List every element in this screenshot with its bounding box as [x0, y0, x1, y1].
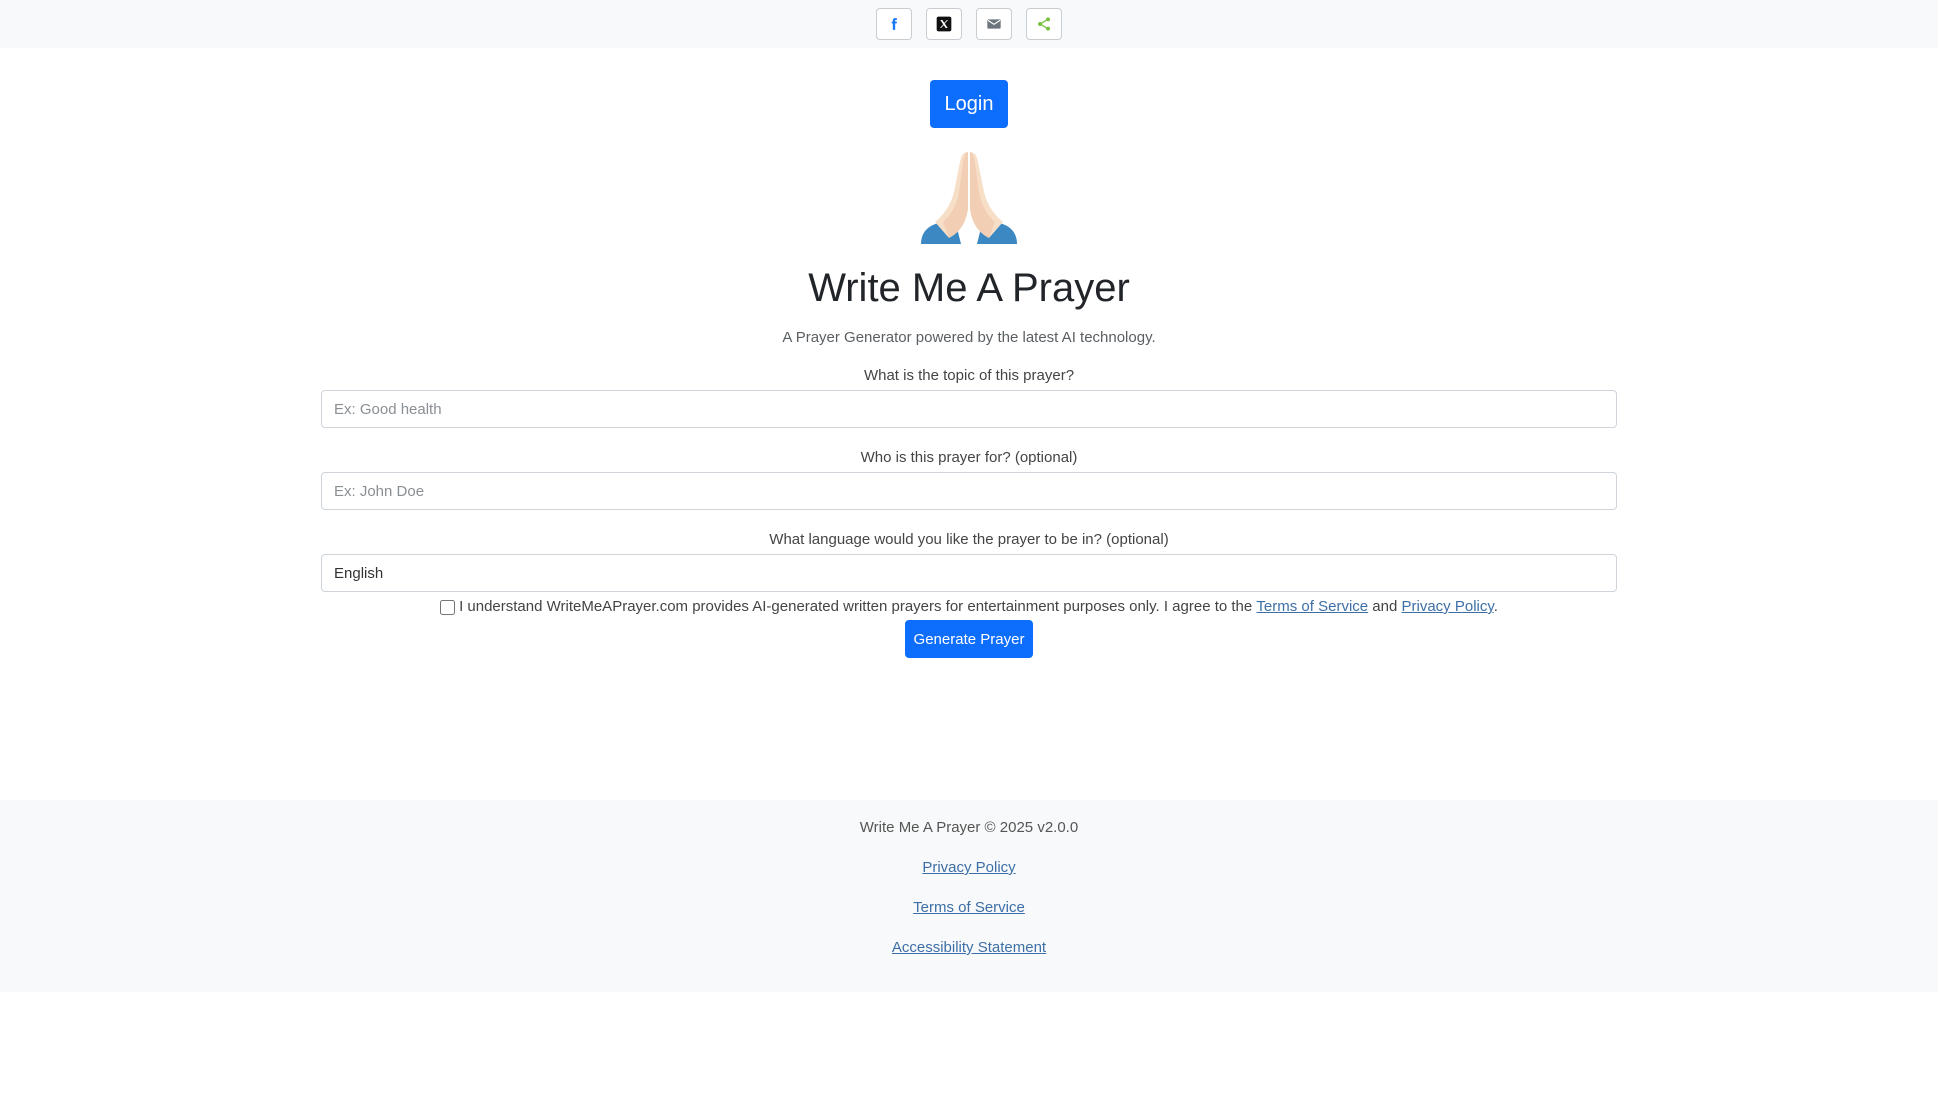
consent-terms-link[interactable]: Terms of Service [1256, 598, 1368, 615]
email-icon [986, 16, 1002, 32]
share-icon [1036, 16, 1052, 32]
language-field-group: What language would you like the prayer … [321, 530, 1617, 592]
footer-terms-link[interactable]: Terms of Service [913, 898, 1025, 918]
recipient-field-group: Who is this prayer for? (optional) [321, 448, 1617, 510]
generic-share-button[interactable] [1026, 8, 1062, 40]
language-input[interactable] [321, 554, 1617, 592]
facebook-share-button[interactable] [876, 8, 912, 40]
x-share-button[interactable] [926, 8, 962, 40]
consent-text-after: . [1493, 598, 1498, 615]
recipient-label: Who is this prayer for? (optional) [860, 449, 1078, 466]
consent-text: I understand WriteMeAPrayer.com provides… [459, 596, 1498, 618]
page-title: Write Me A Prayer [808, 266, 1130, 310]
generate-prayer-button[interactable]: Generate Prayer [905, 620, 1033, 658]
language-label: What language would you like the prayer … [769, 531, 1169, 548]
facebook-icon [887, 17, 901, 31]
footer-copyright: Write Me A Prayer © 2025 v2.0.0 [859, 819, 1079, 836]
login-button[interactable]: Login [930, 80, 1008, 128]
consent-text-before: I understand WriteMeAPrayer.com provides… [459, 598, 1253, 615]
footer: Write Me A Prayer © 2025 v2.0.0 Privacy … [0, 800, 1938, 992]
share-bar [0, 0, 1938, 48]
consent-row: I understand WriteMeAPrayer.com provides… [321, 596, 1617, 618]
footer-privacy-link[interactable]: Privacy Policy [922, 858, 1015, 878]
praying-hands-icon [921, 148, 1017, 244]
consent-conjunction: and [1372, 598, 1398, 615]
topic-input[interactable] [321, 390, 1617, 428]
prayer-form: What is the topic of this prayer? Who is… [321, 366, 1617, 658]
email-share-button[interactable] [976, 8, 1012, 40]
consent-checkbox[interactable] [440, 599, 456, 615]
x-twitter-icon [936, 16, 952, 32]
topic-label: What is the topic of this prayer? [863, 367, 1075, 384]
footer-accessibility-link[interactable]: Accessibility Statement [892, 938, 1046, 958]
topic-field-group: What is the topic of this prayer? [321, 366, 1617, 428]
consent-privacy-link[interactable]: Privacy Policy [1402, 598, 1494, 615]
page-subtitle: A Prayer Generator powered by the latest… [782, 329, 1156, 346]
main-content: Login Write Me A Prayer A Prayer Generat… [0, 48, 1938, 658]
recipient-input[interactable] [321, 472, 1617, 510]
